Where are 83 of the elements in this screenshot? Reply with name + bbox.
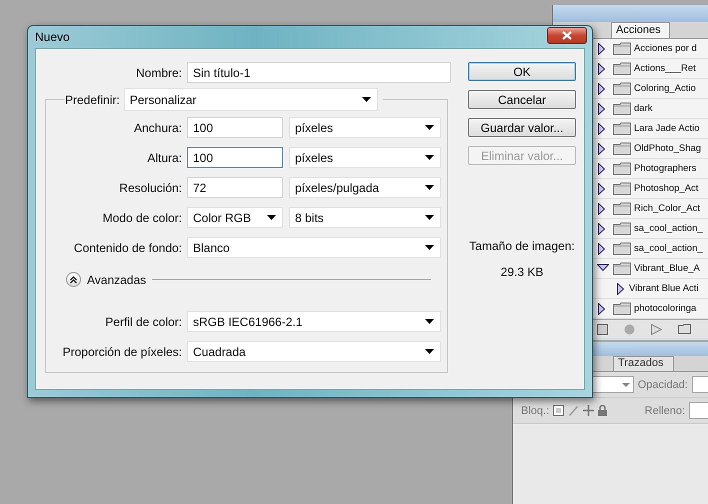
collapsed-triangle-icon[interactable] [616, 282, 625, 294]
dialog-button[interactable]: Guardar valor... [468, 118, 576, 137]
caret-icon [425, 155, 434, 160]
number-field[interactable]: 100 [187, 117, 283, 138]
folder-icon [613, 142, 631, 155]
lock-label: Bloq.: [521, 404, 550, 416]
number-field[interactable]: 72 [187, 177, 283, 198]
stop-icon[interactable] [597, 324, 608, 334]
action-set-name: OldPhoto_Shag [634, 143, 702, 154]
double-chevron-up-icon [70, 276, 77, 284]
action-set-name: dark [634, 103, 652, 114]
action-set-name: Acciones por d [634, 43, 697, 54]
folder-icon [613, 222, 631, 235]
dropdown[interactable]: Personalizar [124, 88, 378, 111]
field-label: Altura: [146, 150, 182, 164]
move-icon[interactable] [583, 405, 594, 416]
number-field[interactable]: 100 [187, 147, 283, 168]
folder-icon [613, 242, 631, 255]
dropdown[interactable]: píxeles [289, 147, 441, 168]
dropdown[interactable]: píxeles/pulgada [289, 177, 441, 198]
folder-icon [613, 122, 631, 135]
caret-icon [425, 125, 434, 130]
lock-icon[interactable] [598, 405, 608, 416]
dialog-button[interactable]: Cancelar [468, 90, 576, 109]
dropdown[interactable]: píxeles [289, 117, 441, 138]
field-label: Predefinir: [65, 92, 120, 106]
field-label: Resolución: [118, 180, 182, 194]
action-set-name: Coloring_Actio [634, 83, 696, 94]
close-button[interactable] [547, 27, 587, 44]
dropdown[interactable]: Blanco [187, 237, 441, 258]
action-set-name: Actions___Ret [634, 63, 696, 74]
fill-field[interactable] [689, 402, 708, 419]
folder-icon [613, 262, 631, 275]
field-label: Modo de color: [102, 210, 182, 224]
action-name: Vibrant Blue Acti [629, 283, 699, 294]
action-set-name: photocoloringa [634, 303, 696, 314]
advanced-toggle-button[interactable] [66, 272, 81, 287]
dropdown[interactable]: Cuadrada [187, 341, 441, 362]
caret-icon [267, 215, 276, 220]
dropdown[interactable]: Color RGB [187, 207, 283, 228]
image-size-value: 29.3 KB [500, 265, 544, 279]
folder-icon [613, 102, 631, 115]
action-set-name: Rich_Color_Act [634, 203, 700, 214]
action-set-name: Vibrant_Blue_A [634, 263, 700, 274]
name-field[interactable]: Sin título-1 [187, 62, 451, 83]
folder-icon [613, 162, 631, 175]
folder-icon [613, 182, 631, 195]
field-label: Perfil de color: [104, 314, 182, 328]
caret-icon [425, 245, 434, 250]
folder-icon [613, 202, 631, 215]
folder-icon [613, 42, 631, 55]
panel-tab[interactable]: Acciones [611, 22, 670, 38]
lock-transparency-icon[interactable] [553, 405, 564, 416]
action-set-name: Lara Jade Actio [634, 123, 700, 134]
action-set-name: Photographers [634, 163, 696, 174]
folder-icon [613, 302, 631, 315]
dropdown[interactable]: sRGB IEC61966-2.1 [187, 311, 441, 332]
opacity-label: Opacidad: [638, 378, 688, 390]
caret-icon [425, 185, 434, 190]
caret-icon [425, 215, 434, 220]
play-icon[interactable] [651, 324, 662, 334]
close-icon [562, 31, 572, 40]
folder-icon[interactable] [678, 324, 691, 334]
section-label: Avanzadas [87, 272, 146, 286]
fill-label: Relleno: [644, 404, 685, 416]
folder-icon [613, 82, 631, 95]
folder-icon [613, 62, 631, 75]
caret-icon [622, 382, 630, 386]
opacity-field[interactable] [692, 376, 708, 393]
field-label: Nombre: [134, 66, 182, 80]
dialog-button[interactable]: OK [468, 62, 576, 81]
field-label: Anchura: [132, 120, 182, 134]
action-set-name: Photoshop_Act [634, 183, 698, 194]
field-label: Proporción de píxeles: [62, 344, 182, 358]
caret-icon [362, 97, 371, 102]
window-title: Nuevo [35, 30, 70, 44]
field-label: Contenido de fondo: [72, 240, 182, 254]
caret-icon [425, 349, 434, 354]
dropdown[interactable]: 8 bits [289, 207, 441, 228]
action-set-name: sa_cool_action_ [634, 223, 703, 234]
panel-tab[interactable]: Trazados [613, 356, 674, 371]
action-set-name: sa_cool_action_ [634, 243, 703, 254]
caret-icon [425, 319, 434, 324]
